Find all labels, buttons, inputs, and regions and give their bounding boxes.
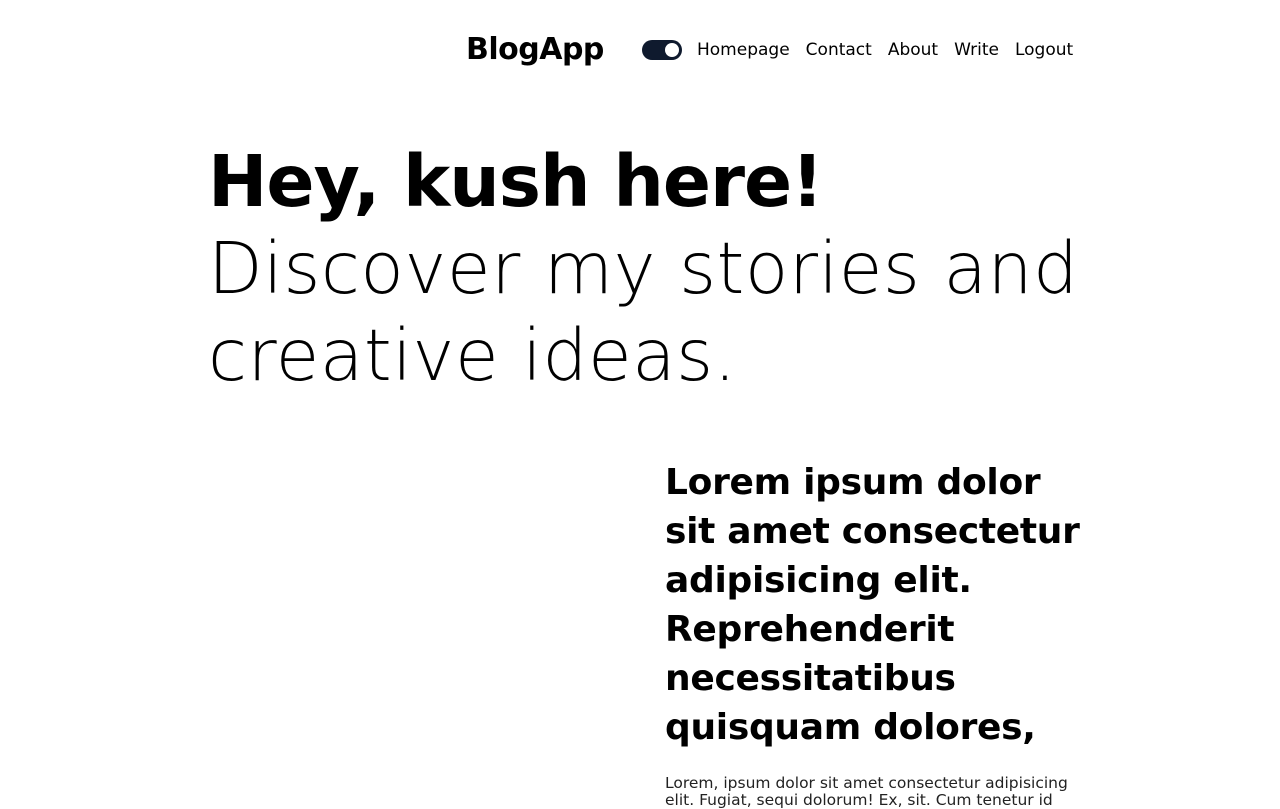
nav-link-contact[interactable]: Contact: [806, 39, 872, 61]
nav-link-logout[interactable]: Logout: [1015, 39, 1073, 61]
theme-toggle[interactable]: [642, 40, 682, 60]
featured-post: Lorem ipsum dolor sit amet consectetur a…: [665, 458, 1080, 809]
logo[interactable]: BlogApp: [466, 32, 604, 68]
post-description: Lorem, ipsum dolor sit amet consectetur …: [665, 774, 1068, 809]
navbar: BlogApp Homepage Contact About Write Log…: [0, 26, 1280, 76]
hero-greeting: Hey, kush here!: [208, 140, 824, 223]
nav-link-about[interactable]: About: [888, 39, 938, 61]
nav-link-homepage[interactable]: Homepage: [697, 39, 790, 61]
nav-link-write[interactable]: Write: [954, 39, 999, 61]
hero-heading: Hey, kush here! Discover my stories and …: [208, 138, 1088, 399]
post-title[interactable]: Lorem ipsum dolor sit amet consectetur a…: [665, 458, 1080, 752]
hero-tagline: Discover my stories and creative ideas.: [208, 227, 1079, 397]
toggle-knob: [665, 43, 679, 57]
nav-links: Homepage Contact About Write Logout: [697, 39, 1073, 61]
